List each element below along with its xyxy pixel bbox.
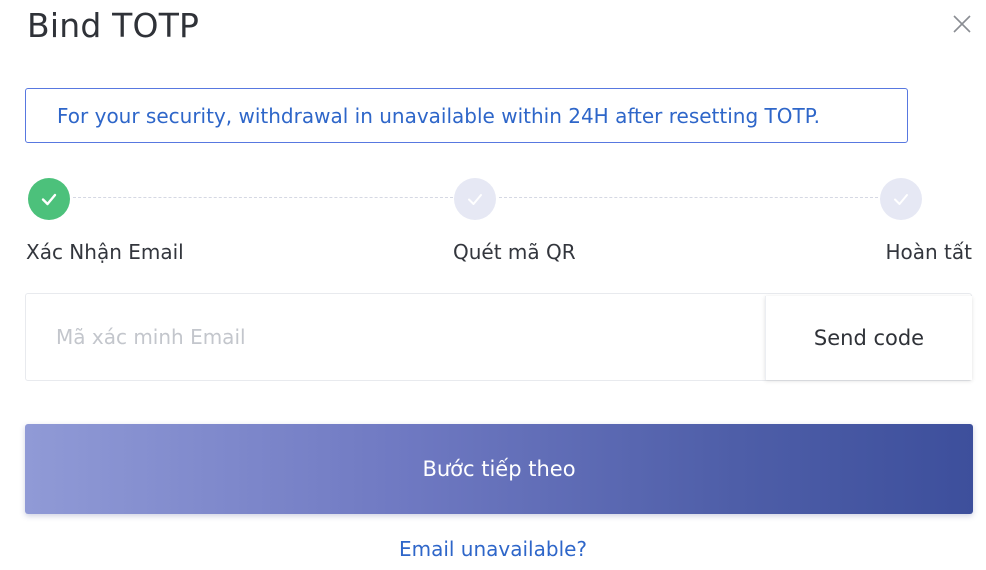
check-icon [41, 193, 57, 206]
send-code-button[interactable]: Send code [765, 296, 972, 380]
email-code-field-group: Send code [25, 293, 972, 381]
step-connector [499, 197, 878, 198]
step-2-label: Quét mã QR [453, 240, 576, 264]
next-step-button[interactable]: Bước tiếp theo [25, 424, 973, 514]
check-icon [468, 194, 482, 205]
step-1-indicator [28, 178, 70, 220]
progress-steps: Xác Nhận Email Quét mã QR Hoàn tất [0, 0, 986, 280]
email-code-input[interactable] [26, 294, 765, 380]
step-2-indicator [454, 178, 496, 220]
check-icon [894, 194, 908, 205]
step-1-label: Xác Nhận Email [26, 240, 184, 264]
email-unavailable-link[interactable]: Email unavailable? [0, 537, 986, 561]
step-3-label: Hoàn tất [885, 240, 972, 264]
step-3-indicator [880, 178, 922, 220]
step-connector [73, 197, 453, 198]
